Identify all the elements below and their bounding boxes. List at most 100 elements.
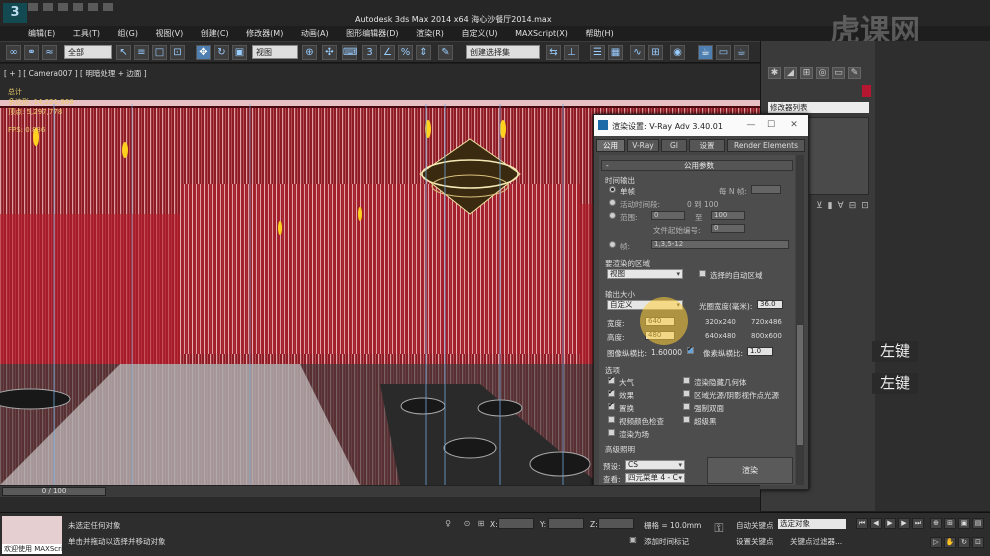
- auto-region-checkbox[interactable]: [699, 270, 706, 277]
- select-and-scale-icon[interactable]: ▣: [232, 45, 247, 60]
- rollout-common-params[interactable]: - 公用参数: [601, 160, 793, 171]
- maximize-viewport-icon[interactable]: ⊡: [972, 537, 984, 548]
- maxscript-label[interactable]: 欢迎使用 MAXScri: [2, 544, 63, 554]
- render-hidden-checkbox[interactable]: [683, 377, 690, 384]
- preset-dropdown[interactable]: CS: [625, 460, 685, 470]
- open-icon[interactable]: [43, 3, 53, 11]
- play-icon[interactable]: ▶: [884, 518, 896, 529]
- render-production-icon[interactable]: ☕: [734, 45, 749, 60]
- area-dropdown[interactable]: 视图: [607, 269, 683, 279]
- range-to-field[interactable]: 100: [711, 211, 745, 220]
- time-slider[interactable]: 0 / 100: [2, 487, 106, 496]
- preset-800x600[interactable]: 800x600: [751, 332, 782, 340]
- next-frame-icon[interactable]: ▶: [898, 518, 910, 529]
- tab-common[interactable]: 公用: [596, 139, 625, 152]
- aperture-field[interactable]: 36.0: [757, 300, 783, 309]
- frames-field[interactable]: 1,3,5-12: [651, 240, 789, 249]
- align-icon[interactable]: ⊥: [564, 45, 579, 60]
- area-lights-checkbox[interactable]: [683, 390, 690, 397]
- dialog-scrollbar[interactable]: [796, 155, 804, 485]
- time-tag-icon[interactable]: ▣: [628, 535, 638, 545]
- app-logo[interactable]: 3: [3, 3, 27, 23]
- preset-640x480[interactable]: 640x480: [705, 332, 736, 340]
- y-coordinate-field[interactable]: [548, 518, 584, 529]
- snap-toggle-icon[interactable]: 3: [362, 45, 377, 60]
- angle-snap-icon[interactable]: ∠: [380, 45, 395, 60]
- menu-animation[interactable]: 动画(A): [301, 28, 329, 39]
- active-segment-radio[interactable]: [609, 199, 616, 206]
- zoom-icon[interactable]: ⊕: [930, 518, 942, 529]
- create-tab-icon[interactable]: ✱: [768, 67, 781, 79]
- select-and-move-icon[interactable]: ✥: [196, 45, 211, 60]
- menu-views[interactable]: 视图(V): [156, 28, 184, 39]
- atmosphere-checkbox[interactable]: [608, 375, 615, 384]
- go-to-end-icon[interactable]: ⏭: [912, 518, 924, 529]
- object-color-swatch[interactable]: [862, 85, 871, 97]
- pin-stack-icon[interactable]: ⊻: [816, 201, 828, 211]
- menu-maxscript[interactable]: MAXScript(X): [515, 29, 568, 38]
- displacement-checkbox[interactable]: [608, 401, 615, 410]
- super-black-checkbox[interactable]: [683, 416, 690, 423]
- selection-region-icon[interactable]: □: [152, 45, 167, 60]
- make-unique-icon[interactable]: ∀: [838, 201, 849, 211]
- percent-snap-icon[interactable]: %: [398, 45, 413, 60]
- zoom-extents-all-icon[interactable]: ▤: [972, 518, 984, 529]
- configure-sets-icon[interactable]: ⊡: [861, 201, 874, 211]
- display-tab-icon[interactable]: ▭: [832, 67, 845, 79]
- schematic-view-icon[interactable]: ⊞: [648, 45, 663, 60]
- modify-tab-icon[interactable]: ◢: [784, 67, 797, 79]
- orbit-icon[interactable]: ↻: [958, 537, 970, 548]
- curve-editor-icon[interactable]: ∿: [630, 45, 645, 60]
- pan-icon[interactable]: ✋: [944, 537, 956, 548]
- render-setup-icon[interactable]: ☕: [698, 45, 713, 60]
- menu-graph-editors[interactable]: 图形编辑器(D): [346, 28, 398, 39]
- menu-create[interactable]: 创建(C): [201, 28, 229, 39]
- graphite-tools-icon[interactable]: ▦: [608, 45, 623, 60]
- utilities-tab-icon[interactable]: ✎: [848, 67, 861, 79]
- track-bar[interactable]: [0, 497, 760, 512]
- reference-coordinate-dropdown[interactable]: 视图: [252, 45, 298, 59]
- menu-rendering[interactable]: 渲染(R): [416, 28, 444, 39]
- material-editor-icon[interactable]: ◉: [670, 45, 685, 60]
- bind-space-warp-icon[interactable]: ≈: [42, 45, 57, 60]
- project-icon[interactable]: [103, 3, 113, 11]
- dialog-title-bar[interactable]: 渲染设置: V-Ray Adv 3.40.01 — ☐ ✕: [594, 115, 808, 136]
- select-and-manipulate-icon[interactable]: ✣: [322, 45, 337, 60]
- isolate-icon[interactable]: ♀: [443, 519, 453, 529]
- show-end-result-icon[interactable]: ▮: [828, 201, 838, 211]
- key-filters-button[interactable]: 关键点过滤器...: [790, 536, 842, 547]
- field-of-view-icon[interactable]: ▷: [930, 537, 942, 548]
- hierarchy-tab-icon[interactable]: ⊞: [800, 67, 813, 79]
- selection-filter-dropdown[interactable]: 全部: [64, 45, 112, 59]
- aspect-lock-icon[interactable]: [687, 345, 694, 354]
- preset-720x486[interactable]: 720x486: [751, 318, 782, 326]
- tab-render-elements[interactable]: Render Elements: [727, 139, 805, 152]
- absolute-mode-icon[interactable]: ⊞: [476, 519, 486, 529]
- remove-modifier-icon[interactable]: ⊟: [849, 201, 862, 211]
- minimize-icon[interactable]: —: [744, 119, 758, 131]
- video-check-checkbox[interactable]: [608, 416, 615, 423]
- pivot-center-icon[interactable]: ⊕: [302, 45, 317, 60]
- file-start-field[interactable]: 0: [711, 224, 745, 233]
- go-to-start-icon[interactable]: ⏮: [856, 518, 868, 529]
- viewport-label[interactable]: [ + ] [ Camera007 ] [ 明暗处理 + 边面 ]: [4, 68, 147, 79]
- set-key-label[interactable]: 设置关键点: [736, 536, 774, 547]
- range-radio[interactable]: [609, 212, 616, 219]
- add-time-tag[interactable]: 添加时间标记: [644, 536, 689, 547]
- select-and-rotate-icon[interactable]: ↻: [214, 45, 229, 60]
- link-icon[interactable]: ∞: [6, 45, 21, 60]
- save-icon[interactable]: [58, 3, 68, 11]
- new-icon[interactable]: [28, 3, 38, 11]
- previous-frame-icon[interactable]: ◀: [870, 518, 882, 529]
- close-icon[interactable]: ✕: [787, 119, 801, 131]
- view-dropdown[interactable]: 四元菜单 4 - C: [625, 473, 685, 483]
- preset-320x240[interactable]: 320x240: [705, 318, 736, 326]
- auto-key-label[interactable]: 自动关键点: [736, 520, 774, 531]
- modifier-list-dropdown[interactable]: 修改器列表: [768, 102, 869, 113]
- menu-help[interactable]: 帮助(H): [585, 28, 613, 39]
- edit-named-selection-icon[interactable]: ✎: [438, 45, 453, 60]
- menu-tools[interactable]: 工具(T): [73, 28, 100, 39]
- zoom-all-icon[interactable]: ⊞: [944, 518, 956, 529]
- frames-radio[interactable]: [609, 241, 616, 248]
- spinner-snap-icon[interactable]: ⇕: [416, 45, 431, 60]
